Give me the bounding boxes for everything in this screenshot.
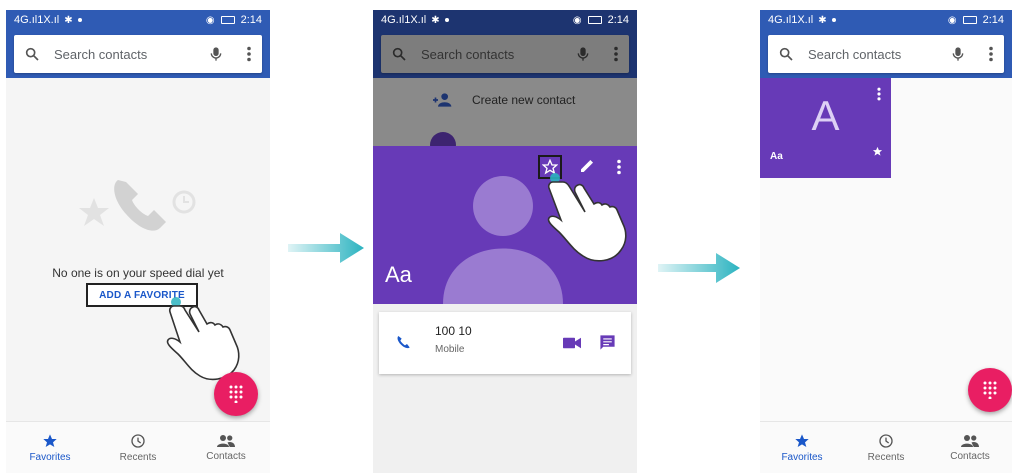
dialpad-icon: [983, 381, 997, 399]
notification-dot: [444, 18, 449, 22]
network-indicator: 4G.ıl1X.ıl: [381, 14, 427, 26]
battery-icon: [220, 16, 235, 24]
people-icon: [217, 434, 235, 447]
search-input[interactable]: Search contacts: [54, 47, 208, 62]
tab-recents[interactable]: Recents: [94, 422, 182, 473]
battery-icon: [962, 16, 977, 24]
more-vert-icon[interactable]: [876, 87, 882, 101]
phone-detail-card[interactable]: 100 10 Mobile: [379, 312, 631, 374]
tile-contact-name: Aa: [770, 151, 783, 162]
search-box[interactable]: Search contacts: [14, 35, 262, 73]
tab-recents-label: Recents: [119, 451, 157, 463]
status-bar: 4G.ıl1X.ıl ✱ ◉ 2:14: [373, 10, 637, 30]
speed-dial-illustration: [79, 180, 196, 231]
search-app-bar: Search contacts: [6, 30, 270, 78]
tab-recents-label: Recents: [867, 451, 905, 463]
search-icon[interactable]: [391, 46, 407, 62]
phone-number[interactable]: 100 10: [435, 324, 472, 338]
search-icon[interactable]: [24, 46, 40, 62]
arrow-right-icon: [288, 233, 364, 263]
create-new-contact-label[interactable]: Create new contact: [472, 93, 575, 107]
status-bar: 4G.ıl1X.ıl ✱ ◉ 2:14: [6, 10, 270, 30]
favorite-contact-tile[interactable]: A Aa: [760, 78, 891, 178]
network-indicator: 4G.ıl1X.ıl: [14, 14, 60, 26]
dialpad-icon: [229, 385, 243, 403]
video-icon[interactable]: [563, 336, 581, 350]
clock-icon: [879, 433, 893, 448]
search-app-bar: Search contacts: [373, 30, 637, 78]
more-vert-icon[interactable]: [246, 46, 252, 62]
message-icon[interactable]: [599, 334, 616, 351]
empty-speed-dial-message: No one is on your speed dial yet: [52, 266, 224, 280]
tutorial-stage: 4G.ıl1X.ıl ✱ ◉ 2:14 Search contacts No o…: [0, 0, 1012, 473]
phone-type: Mobile: [435, 344, 465, 355]
status-bar: 4G.ıl1X.ıl ✱ ◉ 2:14: [760, 10, 1012, 30]
tab-favorites[interactable]: Favorites: [6, 422, 94, 473]
tile-initial: A: [811, 92, 840, 139]
eye-icon: ◉: [947, 14, 957, 26]
person-add-icon: [433, 93, 452, 107]
network-indicator: 4G.ıl1X.ıl: [768, 14, 814, 26]
star-icon: [872, 146, 883, 156]
tab-contacts[interactable]: Contacts: [182, 422, 270, 473]
hand-pointer-icon: [547, 173, 627, 262]
contact-name: Aa: [385, 262, 412, 287]
clock-time: 2:14: [982, 14, 1004, 26]
tab-favorites-label: Favorites: [781, 451, 823, 463]
tab-favorites[interactable]: Favorites: [760, 422, 844, 473]
tab-contacts-label: Contacts: [950, 450, 990, 462]
star-icon: [43, 433, 57, 447]
tab-contacts-label: Contacts: [206, 450, 246, 462]
more-vert-icon[interactable]: [988, 46, 994, 62]
mic-icon[interactable]: [208, 45, 224, 63]
tab-contacts[interactable]: Contacts: [928, 422, 1012, 473]
settings-icon: ✱: [818, 14, 827, 26]
search-input[interactable]: Search contacts: [808, 47, 950, 62]
mic-icon[interactable]: [950, 45, 966, 63]
notification-dot: [77, 18, 82, 22]
hand-pointer-icon: [166, 297, 240, 381]
arrow-right-icon: [658, 253, 740, 283]
dialpad-fab[interactable]: [968, 368, 1012, 412]
phone-step-2: 4G.ıl1X.ıl ✱ ◉ 2:14 Search contacts Crea…: [373, 10, 637, 473]
tab-recents[interactable]: Recents: [844, 422, 928, 473]
eye-icon: ◉: [205, 14, 215, 26]
search-box[interactable]: Search contacts: [768, 35, 1004, 73]
bottom-navigation: Favorites Recents Contacts: [760, 421, 1012, 473]
star-icon: [795, 433, 809, 447]
phone-step-1: 4G.ıl1X.ıl ✱ ◉ 2:14 Search contacts No o…: [6, 10, 270, 473]
mic-icon[interactable]: [575, 45, 591, 63]
settings-icon: ✱: [64, 14, 73, 26]
phone-step-3: 4G.ıl1X.ıl ✱ ◉ 2:14 Search contacts A Aa: [760, 10, 1012, 473]
tab-favorites-label: Favorites: [29, 451, 71, 463]
phone-icon: [397, 336, 410, 349]
people-icon: [961, 434, 979, 447]
search-icon[interactable]: [778, 46, 794, 62]
settings-icon: ✱: [431, 14, 440, 26]
dialpad-fab[interactable]: [214, 372, 258, 416]
bottom-navigation: Favorites Recents Contacts: [6, 421, 270, 473]
search-app-bar: Search contacts: [760, 30, 1012, 78]
eye-icon: ◉: [572, 14, 582, 26]
notification-dot: [831, 18, 836, 22]
clock-icon: [131, 433, 145, 448]
search-box[interactable]: Search contacts: [381, 35, 629, 73]
clock-time: 2:14: [240, 14, 262, 26]
search-input[interactable]: Search contacts: [421, 47, 575, 62]
clock-time: 2:14: [607, 14, 629, 26]
dimmed-contact-list: Create new contact: [373, 78, 637, 158]
battery-icon: [587, 16, 602, 24]
more-vert-icon[interactable]: [613, 46, 619, 62]
